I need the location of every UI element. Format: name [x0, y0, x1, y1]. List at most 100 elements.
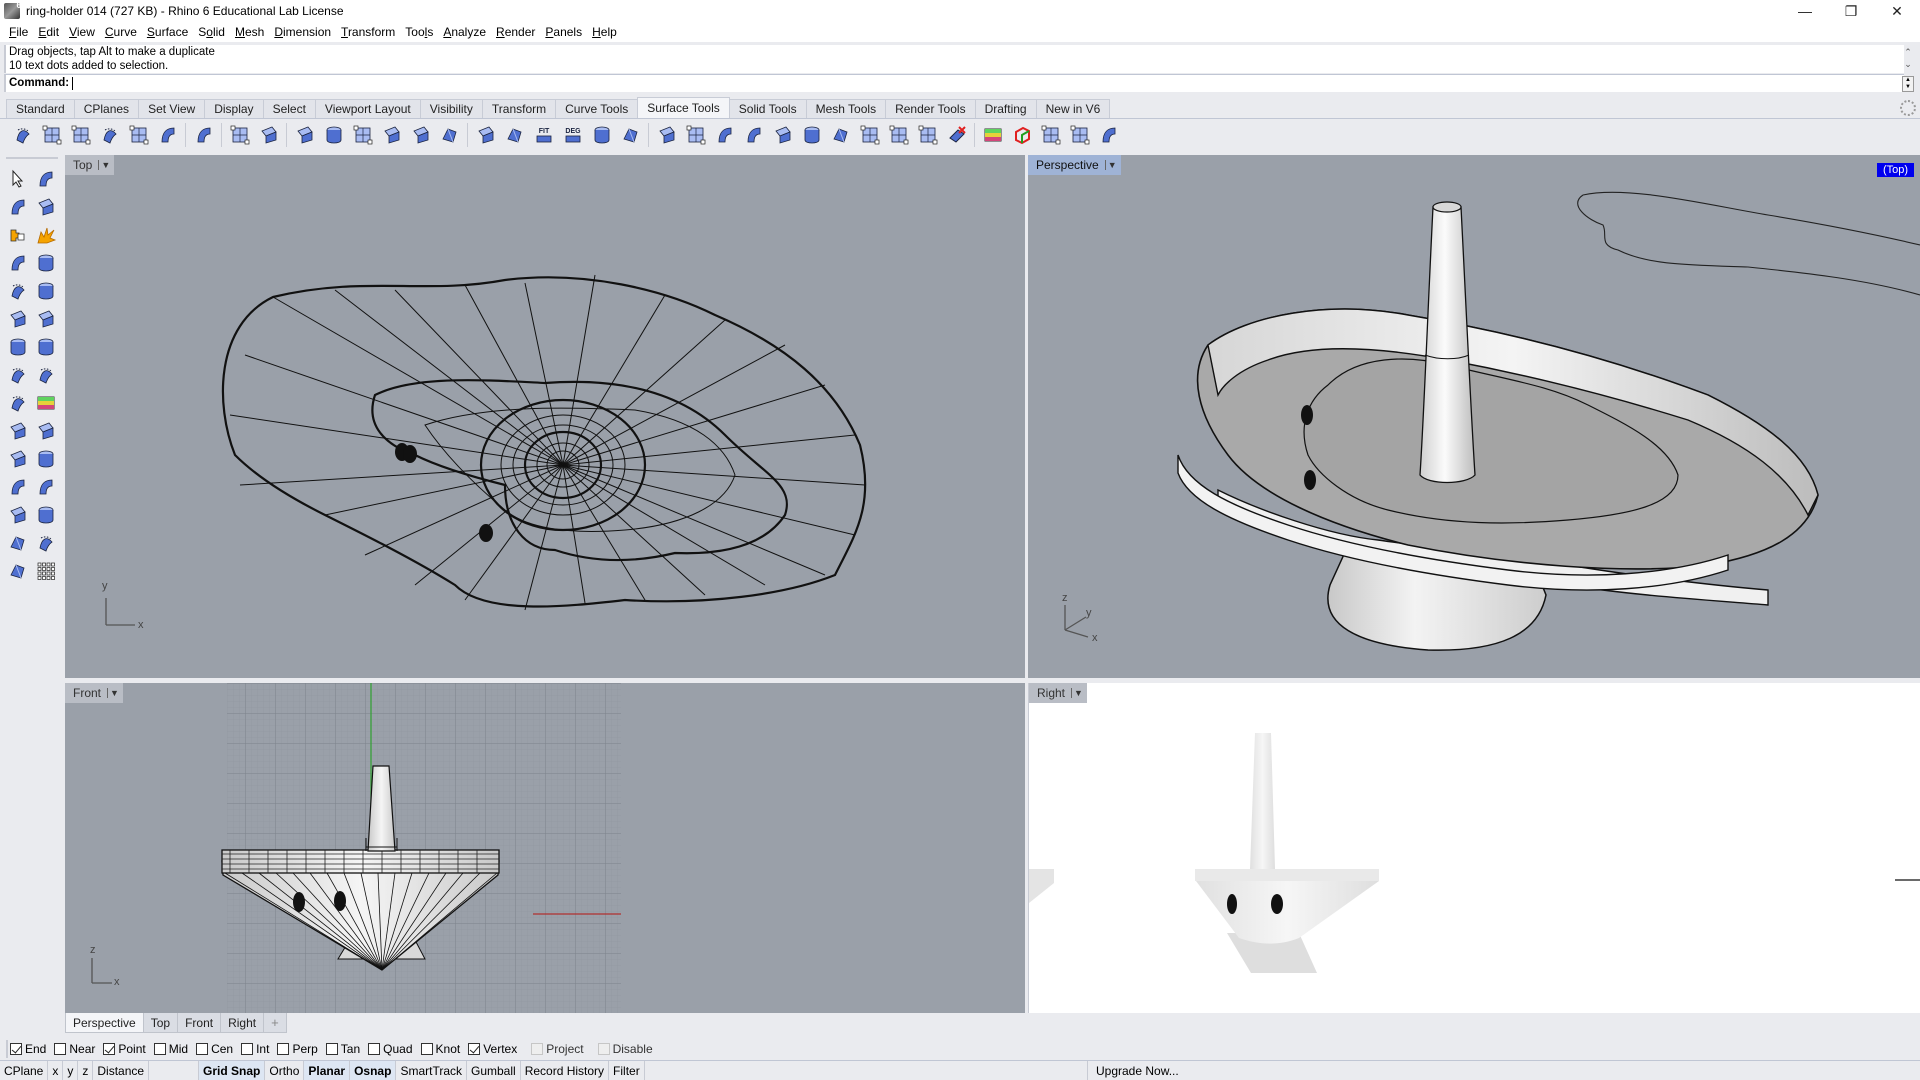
remove-icon[interactable]	[945, 123, 969, 147]
viewport-tab-perspective[interactable]: Perspective	[65, 1013, 144, 1033]
edge-edit-icon[interactable]	[887, 123, 911, 147]
network-surface-icon[interactable]	[34, 307, 58, 331]
extend-surface-icon[interactable]	[293, 123, 317, 147]
point-edit-icon[interactable]	[34, 167, 58, 191]
join-icon[interactable]	[6, 223, 30, 247]
menu-render[interactable]: Render	[491, 25, 540, 39]
viewport-tab-right[interactable]: Right	[220, 1013, 265, 1033]
menu-transform[interactable]: Transform	[336, 25, 400, 39]
status-toggle-ortho[interactable]: Ortho	[265, 1060, 305, 1080]
cutting-plane-icon[interactable]	[6, 391, 30, 415]
tab-standard[interactable]: Standard	[6, 99, 75, 118]
sweep-1-rail-icon[interactable]	[6, 503, 30, 527]
viewport-title-front[interactable]: Front ▼	[65, 683, 123, 703]
viewport-top[interactable]: Top ▼ y x	[65, 155, 1025, 678]
split-icon[interactable]	[34, 195, 58, 219]
viewport-title-right[interactable]: Right ▼	[1029, 683, 1087, 703]
osnap-near[interactable]: Near	[54, 1042, 95, 1056]
osnap-quad-checkbox[interactable]	[368, 1043, 381, 1055]
osnap-point-checkbox[interactable]	[103, 1043, 116, 1055]
tab-visibility[interactable]: Visibility	[419, 99, 483, 118]
viewport-dropdown-icon[interactable]: ▼	[1071, 688, 1083, 698]
tab-viewport-layout[interactable]: Viewport Layout	[314, 99, 421, 118]
status-toggle-record-history[interactable]: Record History	[521, 1060, 610, 1080]
sweep1-icon[interactable]	[6, 307, 30, 331]
osnap-cen[interactable]: Cen	[196, 1042, 233, 1056]
rebuild-uv-icon[interactable]	[619, 123, 643, 147]
variable-offset-icon[interactable]	[257, 123, 281, 147]
osnap-vertex[interactable]: Vertex	[468, 1042, 517, 1056]
deg-icon[interactable]: DEG	[561, 123, 585, 147]
osnap-near-checkbox[interactable]	[54, 1043, 67, 1055]
tab-cplanes[interactable]: CPlanes	[73, 99, 140, 118]
adjust-seam-icon[interactable]	[1039, 123, 1063, 147]
extrude-freeform-icon[interactable]	[34, 419, 58, 443]
menu-dimension[interactable]: Dimension	[269, 25, 336, 39]
osnap-mid[interactable]: Mid	[153, 1042, 188, 1056]
menu-curve[interactable]: Curve	[100, 25, 142, 39]
analysis-curvature-icon[interactable]	[981, 123, 1005, 147]
explode-icon[interactable]	[34, 223, 58, 247]
viewport-perspective[interactable]: Perspective ▼ (Top) z y x	[1028, 155, 1920, 678]
patch-surface-icon[interactable]	[6, 531, 30, 555]
status-cplane[interactable]: CPlane	[0, 1060, 49, 1080]
osnap-disable[interactable]: Disable	[597, 1042, 653, 1056]
osnap-quad[interactable]: Quad	[368, 1042, 413, 1056]
tab-select[interactable]: Select	[262, 99, 316, 118]
rectangle-plane-icon[interactable]	[6, 335, 30, 359]
rebuild-surface-icon[interactable]	[474, 123, 498, 147]
fit-icon[interactable]: FIT	[532, 123, 556, 147]
vertical-plane-icon[interactable]	[34, 335, 58, 359]
osnap-mid-checkbox[interactable]	[153, 1043, 166, 1055]
viewport-right[interactable]: Right ▼	[1028, 683, 1920, 1013]
osnap-vertex-checkbox[interactable]	[468, 1043, 481, 1055]
merge-surface-icon[interactable]	[351, 123, 375, 147]
viewport-dropdown-icon[interactable]: ▼	[1104, 160, 1117, 170]
direction-icon[interactable]	[1068, 123, 1092, 147]
rail-revolve-icon[interactable]	[6, 475, 30, 499]
viewport-front[interactable]: Front ▼ z x	[65, 683, 1025, 1013]
osnap-perp[interactable]: Perp	[277, 1042, 318, 1056]
edit-edge-icon[interactable]	[590, 123, 614, 147]
shrink-trimmed-icon[interactable]	[655, 123, 679, 147]
bend-icon[interactable]	[829, 123, 853, 147]
osnap-tan[interactable]: Tan	[325, 1042, 360, 1056]
offset-surface-icon[interactable]	[228, 123, 252, 147]
status-toggle-grid-snap[interactable]: Grid Snap	[199, 1060, 266, 1080]
status-toggle-smarttrack[interactable]: SmartTrack	[396, 1060, 467, 1080]
menu-panels[interactable]: Panels	[540, 25, 587, 39]
control-points-icon[interactable]	[713, 123, 737, 147]
nudge-icon[interactable]	[858, 123, 882, 147]
menu-file[interactable]: File	[4, 25, 33, 39]
revolve-icon[interactable]	[34, 475, 58, 499]
surface-from-points-icon[interactable]	[6, 251, 30, 275]
extrude-curve-icon[interactable]	[6, 419, 30, 443]
book-icon[interactable]	[916, 123, 940, 147]
trim-icon[interactable]	[6, 195, 30, 219]
change-degree-icon[interactable]	[503, 123, 527, 147]
variable-fillet-icon[interactable]	[40, 123, 64, 147]
surface-from-3-points-icon[interactable]	[34, 363, 58, 387]
status-toggle-planar[interactable]: Planar	[304, 1060, 351, 1080]
select-arrow-icon[interactable]	[6, 167, 30, 191]
scroll-up-icon[interactable]: ⌃	[1902, 46, 1914, 58]
viewport-dropdown-icon[interactable]: ▼	[107, 688, 119, 698]
osnap-int[interactable]: Int	[241, 1042, 269, 1056]
tab-mesh-tools[interactable]: Mesh Tools	[805, 99, 887, 118]
add-viewport-tab-button[interactable]: +	[263, 1013, 287, 1033]
blend-surface-icon[interactable]	[98, 123, 122, 147]
upgrade-now-link[interactable]: Upgrade Now...	[1087, 1060, 1183, 1080]
surface-from-edges-icon[interactable]	[34, 251, 58, 275]
variable-blend-icon[interactable]	[127, 123, 151, 147]
restore-button[interactable]: ❐	[1828, 0, 1874, 22]
chamfer-surface-icon[interactable]	[69, 123, 93, 147]
patch-icon[interactable]	[800, 123, 824, 147]
status-toggle-gumball[interactable]: Gumball	[467, 1060, 521, 1080]
viewport-title-top[interactable]: Top ▼	[65, 155, 115, 175]
tab-transform[interactable]: Transform	[481, 99, 557, 118]
tab-surface-tools[interactable]: Surface Tools	[637, 97, 730, 118]
tab-display[interactable]: Display	[204, 99, 264, 118]
command-spinner[interactable]: ▲ ▼	[1902, 76, 1914, 92]
osnap-knot[interactable]: Knot	[420, 1042, 460, 1056]
close-button[interactable]: ✕	[1874, 0, 1920, 22]
